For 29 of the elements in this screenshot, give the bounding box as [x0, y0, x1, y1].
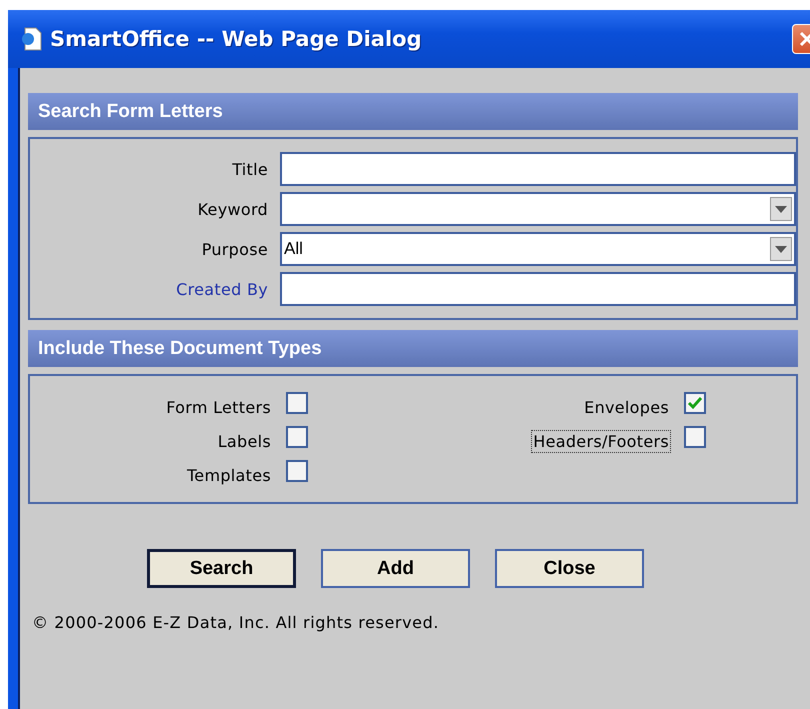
dropdown-field[interactable] [280, 192, 796, 226]
copyright-text: © 2000-2006 E-Z Data, Inc. All rights reserved. [32, 613, 440, 632]
dropdown-arrow-icon [775, 206, 787, 212]
field-label: Title [231, 160, 268, 178]
field-label: Keyword [196, 200, 268, 218]
checkbox-label: Labels [216, 430, 272, 452]
dialog-button[interactable]: Add [321, 549, 470, 588]
checkbox[interactable] [684, 426, 706, 448]
page-icon [20, 27, 42, 51]
dialog-button[interactable]: Close [495, 549, 644, 588]
checkbox[interactable] [684, 392, 706, 414]
field-label-link[interactable]: Created By [30, 280, 268, 298]
section-header: Include These Document Types [28, 330, 798, 367]
checkbox[interactable] [286, 460, 308, 482]
input-field[interactable] [280, 272, 796, 306]
checkbox-label: Envelopes [583, 396, 670, 418]
dialog-button[interactable]: Search [147, 549, 296, 588]
dropdown-arrow-icon [775, 246, 787, 252]
section-header: Search Form Letters [28, 93, 798, 130]
window-title: SmartOffice -- Web Page Dialog [50, 27, 423, 51]
checkbox[interactable] [286, 426, 308, 448]
checkbox[interactable] [286, 392, 308, 414]
checkmark-icon [687, 396, 703, 410]
checkbox-label: Form Letters [165, 396, 272, 418]
input-field[interactable] [280, 152, 796, 186]
checkbox-label: Headers/Footers [531, 430, 671, 452]
checkbox-label: Templates [186, 464, 272, 486]
dropdown-field[interactable]: All [280, 232, 796, 266]
field-label: Purpose [200, 240, 268, 258]
